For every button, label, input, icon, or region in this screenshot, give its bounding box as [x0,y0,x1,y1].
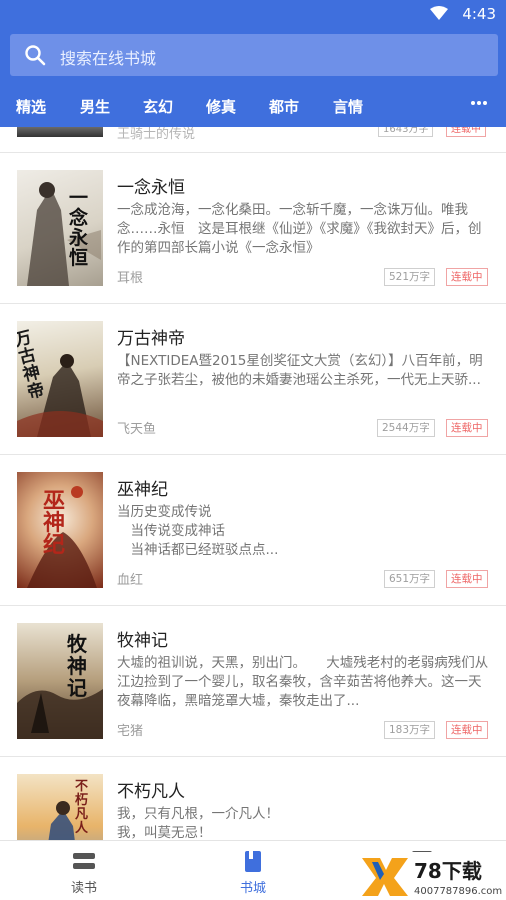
list-item[interactable]: 牧神记 牧神记 大墟的祖训说，天黑，别出门。 大墟残老村的老弱病残们从江边捡到了… [0,606,506,757]
wifi-icon [430,6,448,20]
tab-cultivation[interactable]: 修真 [206,96,236,117]
word-count-badge: 2544万字 [377,419,435,437]
status-badge: 连载中 [446,268,488,286]
word-count-badge: 651万字 [384,570,436,588]
nav-bookstore[interactable]: 书城 [193,841,313,900]
watermark-text: 78下载 [414,859,482,883]
book-title: 牧神记 [117,631,168,651]
search-icon [25,45,46,66]
word-count-badge: 521万字 [384,268,436,286]
tab-romance[interactable]: 言情 [333,96,363,117]
cover-title: 巫神纪 [43,488,66,558]
book-author: 宅猪 [117,724,144,739]
nav-label: 读书 [70,881,97,896]
list-item[interactable]: 万古神帝 万古神帝 【NEXTIDEA暨2015星创奖征文大赏（玄幻）】八百年前… [0,304,506,455]
status-badge: 连载中 [446,419,488,437]
book-author: 血红 [117,573,144,588]
book-icon [245,851,261,872]
nav-bookshelf[interactable]: 读书 [24,841,144,900]
list-item-partial[interactable]: 王骑士的传说 1643万字 连载中 [0,127,506,153]
list-item[interactable]: 巫神纪 巫神纪 当历史变成传说 当传说变成神话 当神话都已经斑驳点点... 血红… [0,455,506,606]
book-title: 万古神帝 [117,329,185,349]
tab-fantasy[interactable]: 玄幻 [143,96,173,117]
status-badge: 连载中 [446,570,488,588]
book-cover: 一念永恒 [17,170,103,286]
cover-title: 牧神记 [67,632,87,700]
book-title: 不朽凡人 [117,782,185,802]
book-description: 我，只有凡根，一介凡人！ 我，叫莫无忌！ [117,806,279,840]
status-time: 4:43 [462,5,496,23]
book-author: 耳根 [117,271,144,286]
book-title: 一念永恒 [117,178,185,198]
book-author: 飞天鱼 [117,422,157,437]
tab-urban[interactable]: 都市 [269,96,299,117]
status-bar: 4:43 [0,0,506,26]
book-description: 当历史变成传说 当传说变成神话 当神话都已经斑驳点点... [117,504,279,558]
list-item[interactable]: 一念永恒 一念永恒 一念成沧海，一念化桑田。一念斩千魔，一念诛万仙。唯我念……永… [0,153,506,304]
category-tabs: 精选 男生 玄幻 修真 都市 言情 [0,86,506,126]
tab-male[interactable]: 男生 [80,96,110,117]
book-description: 一念成沧海，一念化桑田。一念斩千魔，一念诛万仙。唯我念……永恒 这是耳根继《仙逆… [117,202,482,256]
watermark-logo: 78下载 4007787896.com [356,852,506,900]
list-item[interactable]: 不朽凡人 不朽凡人 我，只有凡根，一介凡人！ 我，叫莫无忌！ [0,757,506,840]
book-description: 大墟的祖训说，天黑，别出门。 大墟残老村的老弱病残们从江边捡到了一个婴儿，取名秦… [117,655,489,709]
search-placeholder: 搜索在线书城 [60,49,157,68]
book-title: 巫神纪 [117,480,168,500]
book-cover: 万古神帝 [17,321,103,437]
status-badge: 连载中 [446,721,488,739]
cover-title: 不朽凡人 [75,779,89,836]
status-badge: 连载中 [446,127,486,137]
cover-title: 一念永恒 [69,187,89,269]
watermark-url: 4007787896.com [414,886,502,897]
stack-icon [73,853,95,869]
book-cover: 不朽凡人 [17,774,103,840]
book-cover [17,127,103,137]
book-description: 【NEXTIDEA暨2015星创奖征文大赏（玄幻）】八百年前，明帝之子张若尘，被… [117,353,483,388]
book-author: 王骑士的传说 [117,127,196,142]
book-cover: 牧神记 [17,623,103,739]
tab-featured[interactable]: 精选 [16,96,46,117]
search-bar[interactable]: 搜索在线书城 [10,34,498,76]
word-count-badge: 183万字 [384,721,436,739]
word-count-badge: 1643万字 [378,127,434,137]
nav-label: 书城 [239,881,266,896]
more-icon[interactable] [470,98,488,108]
book-list[interactable]: 王骑士的传说 1643万字 连载中 一念永恒 一念永恒 一念成沧海，一念化桑田。… [0,127,506,840]
app-header: 4:43 搜索在线书城 精选 男生 玄幻 修真 都市 言情 [0,0,506,127]
book-cover: 巫神纪 [17,472,103,588]
